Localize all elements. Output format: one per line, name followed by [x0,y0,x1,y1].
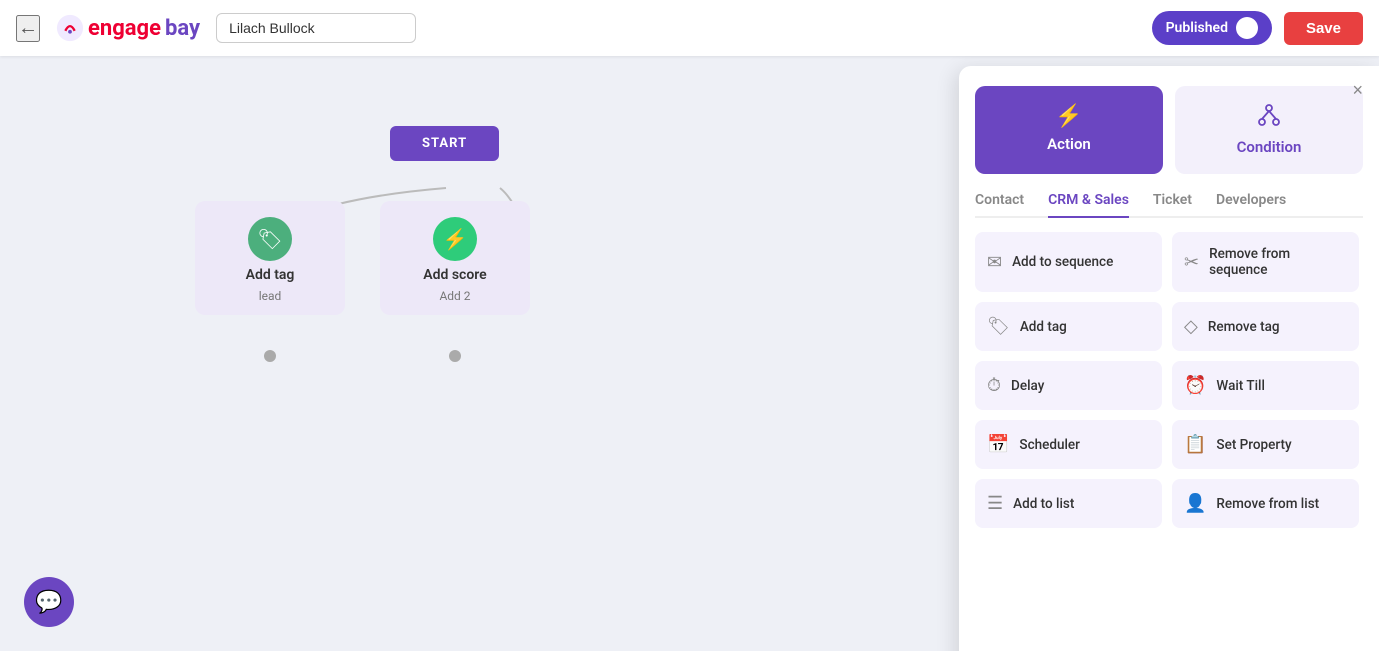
logo-engage: engage [88,16,161,41]
action-add-to-list[interactable]: ☰ Add to list [975,479,1162,528]
remove-from-list-label: Remove from list [1216,496,1319,512]
logo-bay: bay [165,16,200,41]
tab-condition[interactable]: Condition [1175,86,1363,174]
subtab-contact[interactable]: Contact [975,192,1024,218]
chat-bubble-icon: 💬 [35,590,62,615]
add-tag-subtitle: lead [259,289,282,303]
add-to-sequence-icon: ✉ [987,252,1002,273]
canvas: + START 🏷 Add tag lead ⚡ Add score Add 2… [0,56,1379,651]
add-tag-icon: 🏷 [248,217,292,261]
condition-icon-svg [1258,104,1280,126]
action-remove-from-list[interactable]: 👤 Remove from list [1172,479,1359,528]
set-property-label: Set Property [1216,437,1291,453]
add-tag-action-icon: 🏷 [987,316,1010,337]
start-node: START [390,126,499,161]
published-label: Published [1166,20,1228,36]
add-to-sequence-label: Add to sequence [1012,254,1113,270]
add-tag-node[interactable]: 🏷 Add tag lead [195,201,345,315]
back-button[interactable]: ← [16,15,40,42]
remove-from-sequence-icon: ✂ [1184,252,1199,273]
remove-from-list-icon: 👤 [1184,493,1206,514]
save-button[interactable]: Save [1284,12,1363,45]
set-property-icon: 📋 [1184,434,1206,455]
action-set-property[interactable]: 📋 Set Property [1172,420,1359,469]
scheduler-label: Scheduler [1019,437,1080,453]
remove-from-sequence-label: Remove from sequence [1209,246,1347,278]
logo-icon [56,14,84,42]
automation-title-input[interactable] [216,13,416,43]
start-label: START [422,136,467,151]
add-score-subtitle: Add 2 [439,289,470,303]
published-toggle[interactable]: Published [1152,11,1272,45]
condition-tab-icon [1258,104,1280,132]
subtab-crm-sales[interactable]: CRM & Sales [1048,192,1129,218]
action-remove-tag[interactable]: ◇ Remove tag [1172,302,1359,351]
action-delay[interactable]: ⏱ Delay [975,361,1162,410]
action-wait-till[interactable]: ⏰ Wait Till [1172,361,1359,410]
wait-till-icon: ⏰ [1184,375,1206,396]
chat-support-button[interactable]: 💬 [24,577,74,627]
tab-action[interactable]: ⚡ Action [975,86,1163,174]
add-score-node[interactable]: ⚡ Add score Add 2 [380,201,530,315]
panel-close-button[interactable]: × [1352,80,1363,101]
sub-tabs: Contact CRM & Sales Ticket Developers [975,192,1363,218]
wait-till-label: Wait Till [1216,378,1264,394]
logo: engagebay [56,14,200,42]
back-icon: ← [18,17,38,40]
add-tag-title: Add tag [246,267,295,283]
type-tabs: ⚡ Action Condition [975,86,1363,174]
toggle-circle [1236,17,1258,39]
action-tab-label: Action [1047,135,1091,153]
header-right: Published Save [1152,11,1363,45]
action-panel: × ⚡ Action Condition Co [959,66,1379,651]
subtab-developers[interactable]: Developers [1216,192,1286,218]
add-to-list-icon: ☰ [987,493,1003,514]
delay-icon: ⏱ [987,375,1001,396]
action-tab-icon: ⚡ [1055,104,1082,129]
add-tag-action-label: Add tag [1020,319,1067,335]
condition-tab-label: Condition [1237,138,1302,156]
add-to-list-label: Add to list [1013,496,1074,512]
delay-label: Delay [1011,378,1044,394]
remove-tag-icon: ◇ [1184,316,1198,337]
action-scheduler[interactable]: 📅 Scheduler [975,420,1162,469]
actions-grid: ✉ Add to sequence ✂ Remove from sequence… [975,232,1363,528]
action-add-to-sequence[interactable]: ✉ Add to sequence [975,232,1162,292]
remove-tag-label: Remove tag [1208,319,1280,335]
action-add-tag[interactable]: 🏷 Add tag [975,302,1162,351]
header: ← engagebay Published Save [0,0,1379,56]
add-score-icon: ⚡ [433,217,477,261]
scheduler-icon: 📅 [987,434,1009,455]
action-remove-from-sequence[interactable]: ✂ Remove from sequence [1172,232,1359,292]
subtab-ticket[interactable]: Ticket [1153,192,1192,218]
add-score-title: Add score [423,267,486,283]
